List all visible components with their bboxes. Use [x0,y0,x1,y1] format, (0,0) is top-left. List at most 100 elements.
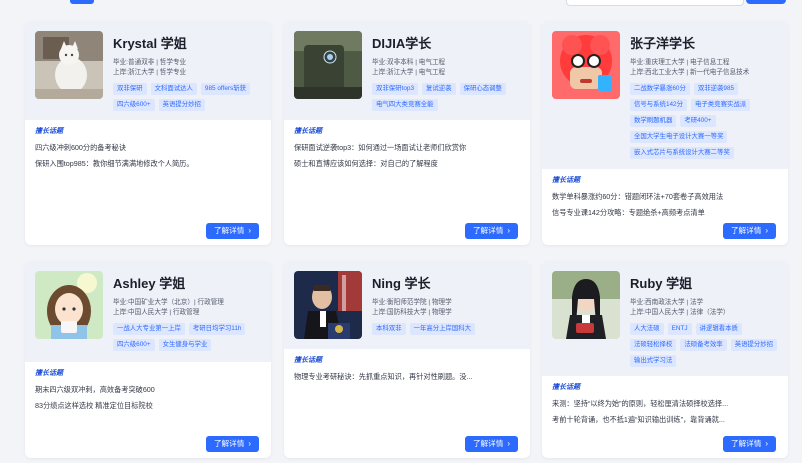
card-header: DIJIA学长 毕业:双非本科 | 电气工程 上岸:浙江大学 | 电气工程 双非… [284,21,530,120]
tag: 考研400+ [680,115,716,127]
learn-more-label: 了解详情 [213,439,245,448]
tag: 电气四大类竞赛全能 [372,99,438,111]
learn-more-button[interactable]: 了解详情 › [205,436,259,452]
topic-item: 保研入围top985：教你细节满满地修改个人简历。 [35,159,194,168]
chevron-right-icon: › [248,439,251,448]
tag: 985 offers斩获 [200,83,250,95]
tag: 保研心态调整 [459,83,506,95]
search-button[interactable] [746,0,786,4]
tag: 讲逻辑看本质 [695,323,742,335]
tag: 双非逆袭985 [693,83,739,95]
card-header: Ashley 学姐 毕业:中国矿业大学（北京）| 行政管理 上岸:中国人民大学 … [25,261,271,362]
graduated-from: 毕业:衡阳师范学院 | 物理学 [372,299,452,306]
tag-list: 人大法硕 ENTJ 讲逻辑看本质 法硕轻松择校 法硕备考效率 英语提分妙招 输出… [630,323,778,367]
chevron-right-icon: › [765,439,768,448]
topic-item: 83分绩点这样选校 精准定位目标院校 [35,401,153,410]
learn-more-label: 了解详情 [730,226,762,235]
topic-item: 信号专业课142分攻略：专题绝杀+高频考点清单 [552,208,705,217]
topic-item: 期末四六级双冲刺，高效备考突破600 [35,385,155,394]
mentor-name: Ruby 学姐 [630,276,693,291]
chevron-right-icon: › [507,439,510,448]
tag: 法硕备考效率 [680,339,727,351]
mentor-name: 张子洋学长 [630,36,696,51]
graduated-from: 毕业:重庆理工大学 | 电子信息工程 [630,59,730,66]
mentor-name: Ashley 学姐 [113,276,186,291]
avatar [552,31,620,99]
graduated-from: 毕业:双非本科 | 电气工程 [372,59,446,66]
mentor-card: Ning 学长 毕业:衡阳师范学院 | 物理学 上岸:国防科技大学 | 物理学 … [284,261,530,458]
mentor-card: Ruby 学姐 毕业:西南政法大学 | 法学 上岸:中国人民大学 | 法律（法学… [542,261,788,458]
topic-item: 四六级冲刺600分的备考秘诀 [35,143,127,152]
tag: 四六级600+ [113,339,155,351]
mentor-name: DIJIA学长 [372,36,432,51]
tag: 英语提分妙招 [158,99,205,111]
card-header: Krystal 学姐 毕业:普通双非 | 哲学专业 上岸:浙江大学 | 哲学专业… [25,21,271,120]
tag: 文科面试达人 [150,83,197,95]
card-header: Ruby 学姐 毕业:西南政法大学 | 法学 上岸:中国人民大学 | 法律（法学… [542,261,788,376]
chevron-right-icon: › [507,226,510,235]
tag: 数学刷题机器 [630,115,677,127]
chevron-right-icon: › [765,226,768,235]
learn-more-label: 了解详情 [472,226,504,235]
learn-more-button[interactable]: 了解详情 › [205,223,259,239]
tag: 考研日均学习11h [188,323,246,335]
mentor-name: Ning 学长 [372,276,431,291]
tag-list: 双非保研 文科面试达人 985 offers斩获 四六级600+ 英语提分妙招 [113,83,261,111]
tag: 四六级600+ [113,99,155,111]
tag-list: 本科双非 一年高分上岸国科大 [372,323,520,335]
filter-tab[interactable] [70,0,94,4]
topics-heading: 擅长话题 [552,177,580,184]
topic-item: 硕士和直博应该如何选择：对自己的了解程度 [294,159,438,168]
mentor-card: 张子洋学长 毕业:重庆理工大学 | 电子信息工程 上岸:西北工业大学 | 新一代… [542,21,788,245]
topic-item: 物理专业考研秘诀：先抓重点知识，再针对性刷题。没... [294,372,473,381]
top-toolbar-strip [0,0,802,6]
graduated-from: 毕业:西南政法大学 | 法学 [630,299,704,306]
topic-item: 数学单科暴涨约60分：错题闭环法+70套卷子高效用法 [552,192,724,201]
tag: 电子类竞赛实战派 [691,99,751,111]
admitted-to: 上岸:浙江大学 | 电气工程 [372,69,446,76]
mentor-card: DIJIA学长 毕业:双非本科 | 电气工程 上岸:浙江大学 | 电气工程 双非… [284,21,530,245]
tag: 复试逆袭 [422,83,456,95]
tag: 嵌入式芯片与系统设计大赛二等奖 [630,147,734,159]
learn-more-button[interactable]: 了解详情 › [722,436,776,452]
learn-more-button[interactable]: 了解详情 › [464,436,518,452]
admitted-to: 上岸:中国人民大学 | 法律（法学） [630,309,730,316]
card-header: Ning 学长 毕业:衡阳师范学院 | 物理学 上岸:国防科技大学 | 物理学 … [284,261,530,349]
tag: 信号与系统142分 [630,99,688,111]
mentor-card: Ashley 学姐 毕业:中国矿业大学（北京）| 行政管理 上岸:中国人民大学 … [25,261,271,458]
tag: 双非保研top3 [372,83,419,95]
avatar [552,271,620,339]
tag-list: 一战人大专业第一上岸 考研日均学习11h 四六级600+ 女生健身与学业 [113,323,261,351]
tag: 本科双非 [372,323,406,335]
admitted-to: 上岸:西北工业大学 | 新一代电子信息技术 [630,69,750,76]
learn-more-button[interactable]: 了解详情 › [722,223,776,239]
tag-list: 二战数学暴涨60分 双非逆袭985 信号与系统142分 电子类竞赛实战派 数学刷… [630,83,778,159]
graduated-from: 毕业:普通双非 | 哲学专业 [113,59,187,66]
tag: 人大法硕 [630,323,664,335]
tag-list: 双非保研top3 复试逆袭 保研心态调整 电气四大类竞赛全能 [372,83,520,111]
mentor-name: Krystal 学姐 [113,36,187,51]
tag: 法硕轻松择校 [630,339,677,351]
tag: 双非保研 [113,83,147,95]
learn-more-label: 了解详情 [730,439,762,448]
tag: 二战数学暴涨60分 [630,83,690,95]
avatar [35,31,103,99]
avatar [35,271,103,339]
topics-heading: 擅长话题 [35,128,63,135]
topics-heading: 擅长话题 [35,370,63,377]
topics-heading: 擅长话题 [294,357,322,364]
topic-item: 考前十轮背诵，也不抵1遍“知识输出训练”，靠背诵就... [552,415,725,424]
topic-item: 来测：坚持“以终为始”的原则，轻松厘清法硕择校选择... [552,399,729,408]
avatar [294,31,362,99]
tag: 女生健身与学业 [158,339,212,351]
search-input[interactable] [566,0,744,6]
topic-item: 保研面试逆袭top3：如何通过一场面试让老师们欣赏你 [294,143,467,152]
mentor-card: Krystal 学姐 毕业:普通双非 | 哲学专业 上岸:浙江大学 | 哲学专业… [25,21,271,245]
tag: 全国大学生电子设计大赛一等奖 [630,131,728,143]
learn-more-button[interactable]: 了解详情 › [464,223,518,239]
admitted-to: 上岸:浙江大学 | 哲学专业 [113,69,187,76]
learn-more-label: 了解详情 [472,439,504,448]
chevron-right-icon: › [248,226,251,235]
tag: 一年高分上岸国科大 [409,323,476,335]
avatar [294,271,362,339]
